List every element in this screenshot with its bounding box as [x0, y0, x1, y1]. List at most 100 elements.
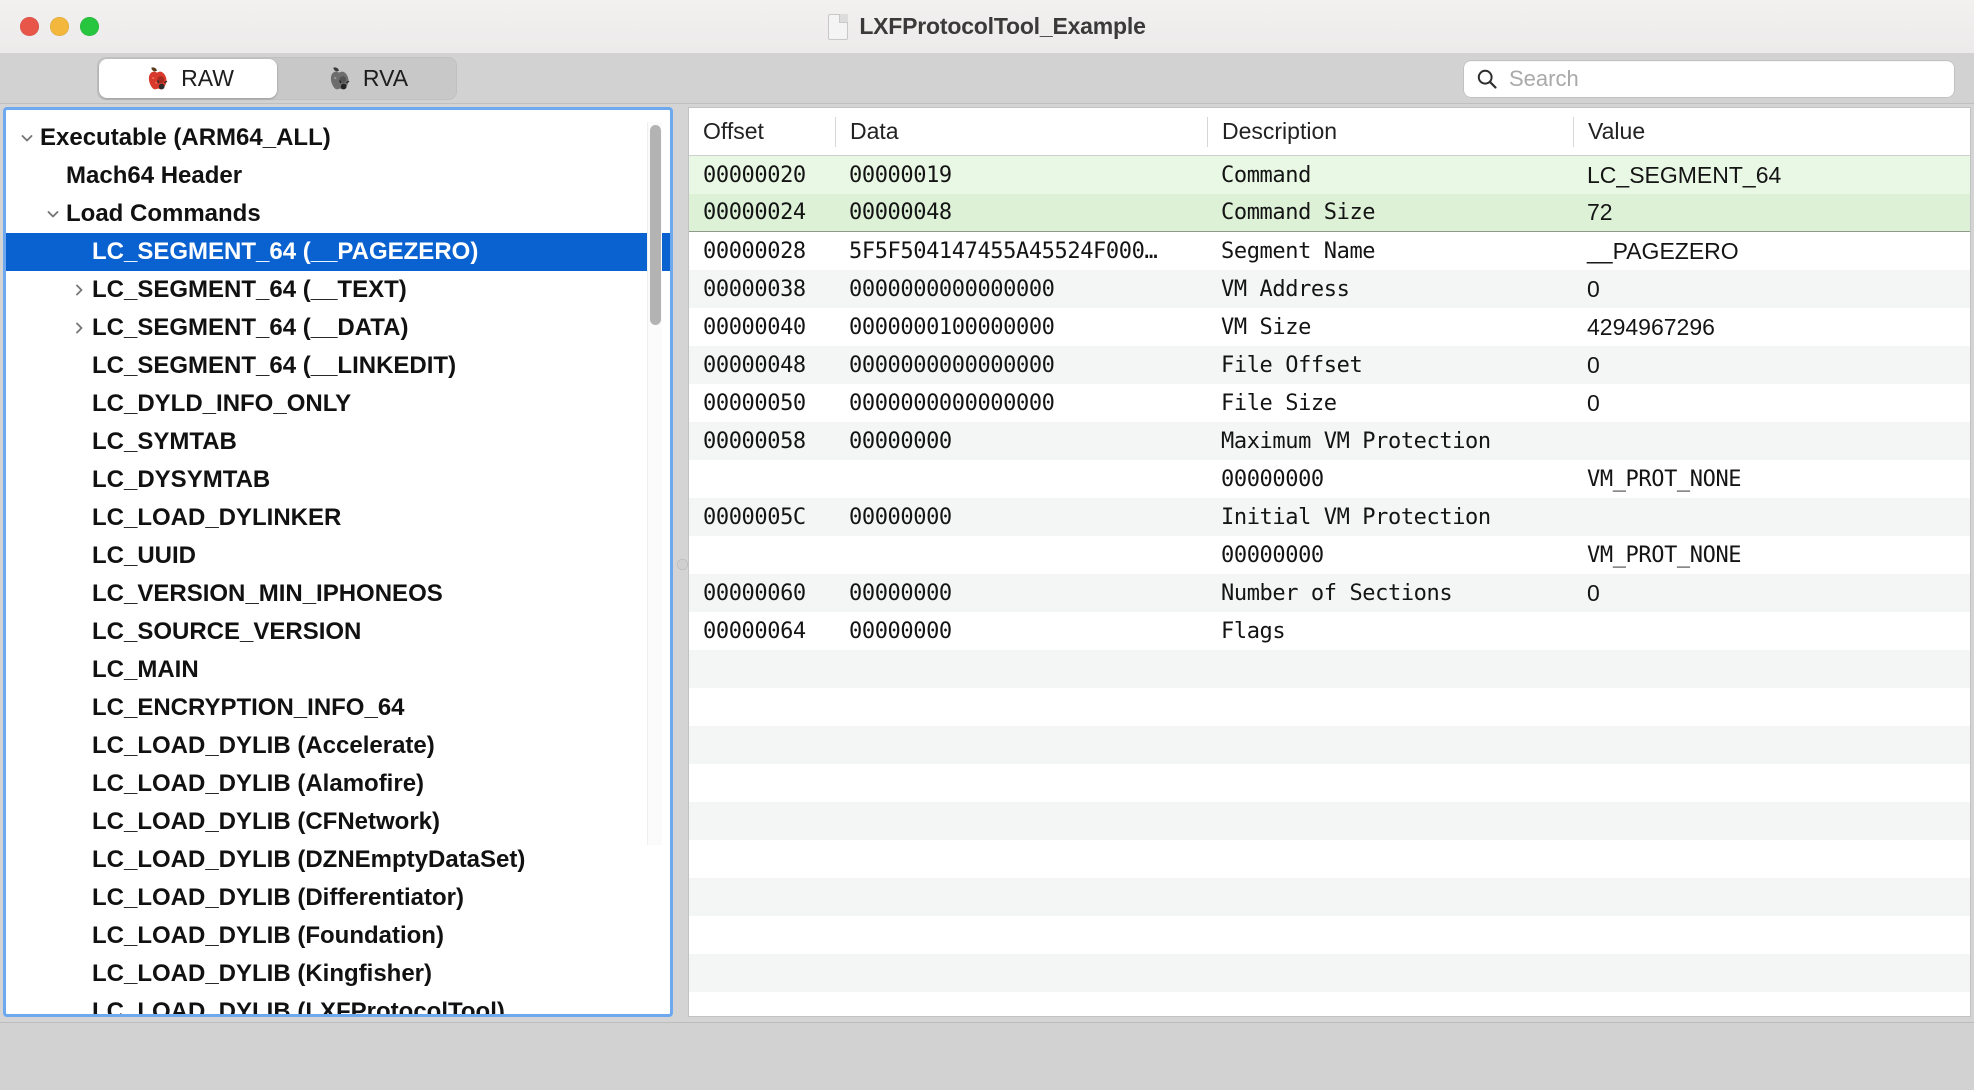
table-row[interactable]: 00000048 0000000000000000 File Offset 0	[689, 346, 1970, 384]
column-header-value[interactable]: Value	[1573, 116, 1970, 147]
sidebar-item-0[interactable]: Executable (ARM64_ALL)	[6, 119, 670, 157]
sidebar-item-11[interactable]: LC_UUID	[6, 537, 670, 575]
chevron-down-icon[interactable]	[14, 130, 40, 146]
table-row[interactable]: 00000058 00000000 Maximum VM Protection	[689, 422, 1970, 460]
table-row[interactable]: 00000040 0000000100000000 VM Size 429496729…	[689, 308, 1970, 346]
sidebar-item-label: LC_SEGMENT_64 (__TEXT)	[92, 276, 407, 303]
sidebar-item-10[interactable]: LC_LOAD_DYLINKER	[6, 499, 670, 537]
search-field[interactable]: Search	[1464, 60, 1954, 97]
sidebar-item-18[interactable]: LC_LOAD_DYLIB (CFNetwork)	[6, 803, 670, 841]
title-bar: LXFProtocolTool_Example	[0, 0, 1974, 54]
cell-description: VM Size	[1221, 314, 1311, 340]
cell-data: 5F5F504147455A45524F000…	[849, 238, 1158, 264]
cell-data: 0000000100000000	[849, 314, 1055, 340]
sidebar-item-2[interactable]: Load Commands	[6, 195, 670, 233]
sidebar-item-21[interactable]: LC_LOAD_DYLIB (Foundation)	[6, 917, 670, 955]
divider-grip-icon	[677, 559, 688, 570]
table-row[interactable]: 00000028 5F5F504147455A45524F000… Segment …	[689, 232, 1970, 270]
split-divider[interactable]	[673, 104, 688, 1022]
table-row[interactable]: 00000020 00000019 Command LC_SEGMENT_64	[689, 156, 1970, 194]
sidebar-item-7[interactable]: LC_DYLD_INFO_ONLY	[6, 385, 670, 423]
sidebar-item-9[interactable]: LC_DYSYMTAB	[6, 461, 670, 499]
sidebar-item-8[interactable]: LC_SYMTAB	[6, 423, 670, 461]
sidebar-item-label: LC_SYMTAB	[92, 428, 237, 455]
table-row[interactable]	[689, 840, 1970, 878]
cell-description: Maximum VM Protection	[1221, 428, 1491, 454]
table-row[interactable]: 00000050 0000000000000000 File Size 0	[689, 384, 1970, 422]
sidebar-scrollbar-thumb[interactable]	[650, 125, 661, 325]
sidebar-item-label: Executable (ARM64_ALL)	[40, 124, 331, 151]
cell-offset: 00000060	[703, 580, 806, 606]
table-row[interactable]: 0000005C 00000000 Initial VM Protection	[689, 498, 1970, 536]
structure-tree[interactable]: Executable (ARM64_ALL) Mach64 Header Load …	[6, 110, 670, 1014]
traffic-lights	[20, 17, 99, 36]
tab-raw[interactable]: RAW	[99, 59, 277, 98]
zoom-button[interactable]	[80, 17, 99, 36]
sidebar-scrollbar[interactable]	[647, 122, 662, 845]
column-header-description[interactable]: Description	[1207, 116, 1573, 147]
sidebar-item-23[interactable]: LC_LOAD_DYLIB (LXFProtocolTool)	[6, 993, 670, 1014]
sidebar-item-4[interactable]: LC_SEGMENT_64 (__TEXT)	[6, 271, 670, 309]
chevron-right-icon[interactable]	[66, 320, 92, 336]
table-row[interactable]	[689, 764, 1970, 802]
cell-value: 0	[1587, 275, 1600, 302]
cell-offset: 00000040	[703, 314, 806, 340]
sidebar-item-20[interactable]: LC_LOAD_DYLIB (Differentiator)	[6, 879, 670, 917]
cell-value: 72	[1587, 199, 1613, 225]
table-row[interactable]: 00000064 00000000 Flags	[689, 612, 1970, 650]
cell-value: 0	[1587, 389, 1600, 416]
table-row[interactable]: 00000060 00000000 Number of Sections 0	[689, 574, 1970, 612]
table-row[interactable]: 00000000 VM_PROT_NONE	[689, 460, 1970, 498]
gray-apple-icon	[324, 64, 354, 94]
sidebar-item-13[interactable]: LC_SOURCE_VERSION	[6, 613, 670, 651]
table-header-row: Offset Data Description Value	[689, 108, 1970, 156]
table-row[interactable]: 00000000 VM_PROT_NONE	[689, 536, 1970, 574]
sidebar-item-6[interactable]: LC_SEGMENT_64 (__LINKEDIT)	[6, 347, 670, 385]
mode-segmented-control[interactable]: RAW RVA	[97, 57, 457, 100]
sidebar-item-label: LC_LOAD_DYLIB (Alamofire)	[92, 770, 425, 797]
sidebar-item-5[interactable]: LC_SEGMENT_64 (__DATA)	[6, 309, 670, 347]
table-body[interactable]: 00000020 00000019 Command LC_SEGMENT_64 0000…	[689, 156, 1970, 1016]
cell-description: 00000000	[1221, 542, 1324, 568]
table-row[interactable]	[689, 916, 1970, 954]
table-row[interactable]	[689, 688, 1970, 726]
sidebar-item-12[interactable]: LC_VERSION_MIN_IPHONEOS	[6, 575, 670, 613]
close-button[interactable]	[20, 17, 39, 36]
sidebar-item-1[interactable]: Mach64 Header	[6, 157, 670, 195]
minimize-button[interactable]	[50, 17, 69, 36]
table-row[interactable]	[689, 954, 1970, 992]
sidebar-item-17[interactable]: LC_LOAD_DYLIB (Alamofire)	[6, 765, 670, 803]
red-apple-icon	[142, 64, 172, 94]
chevron-right-icon[interactable]	[66, 282, 92, 298]
sidebar-item-3[interactable]: LC_SEGMENT_64 (__PAGEZERO)	[6, 233, 670, 271]
cell-value: VM_PROT_NONE	[1587, 542, 1742, 568]
table-row[interactable]: 00000038 0000000000000000 VM Address 0	[689, 270, 1970, 308]
table-row[interactable]: 00000024 00000048 Command Size 72	[689, 194, 1970, 232]
table-row[interactable]	[689, 726, 1970, 764]
cell-offset: 00000038	[703, 276, 806, 302]
sidebar-item-22[interactable]: LC_LOAD_DYLIB (Kingfisher)	[6, 955, 670, 993]
cell-description: Command	[1221, 162, 1311, 188]
table-row[interactable]	[689, 802, 1970, 840]
cell-data: 00000000	[849, 618, 952, 644]
cell-offset: 00000024	[703, 200, 806, 225]
tab-raw-label: RAW	[181, 65, 234, 91]
cell-data: 00000000	[849, 580, 952, 606]
sidebar-item-15[interactable]: LC_ENCRYPTION_INFO_64	[6, 689, 670, 727]
column-header-offset[interactable]: Offset	[689, 117, 835, 147]
table-row[interactable]	[689, 992, 1970, 1016]
tab-rva-label: RVA	[362, 65, 409, 91]
sidebar-item-19[interactable]: LC_LOAD_DYLIB (DZNEmptyDataSet)	[6, 841, 670, 879]
chevron-down-icon[interactable]	[40, 206, 66, 222]
sidebar-item-16[interactable]: LC_LOAD_DYLIB (Accelerate)	[6, 727, 670, 765]
sidebar-item-label: LC_DYLD_INFO_ONLY	[92, 390, 352, 417]
sidebar-item-14[interactable]: LC_MAIN	[6, 651, 670, 689]
sidebar-item-label: LC_MAIN	[92, 656, 199, 683]
search-placeholder: Search	[1509, 65, 1579, 91]
table-row[interactable]	[689, 878, 1970, 916]
table-row[interactable]	[689, 650, 1970, 688]
sidebar-item-label: LC_LOAD_DYLIB (Differentiator)	[92, 884, 465, 911]
column-header-data[interactable]: Data	[835, 116, 1207, 147]
cell-value: 0	[1587, 351, 1600, 378]
tab-rva[interactable]: RVA	[277, 59, 455, 98]
